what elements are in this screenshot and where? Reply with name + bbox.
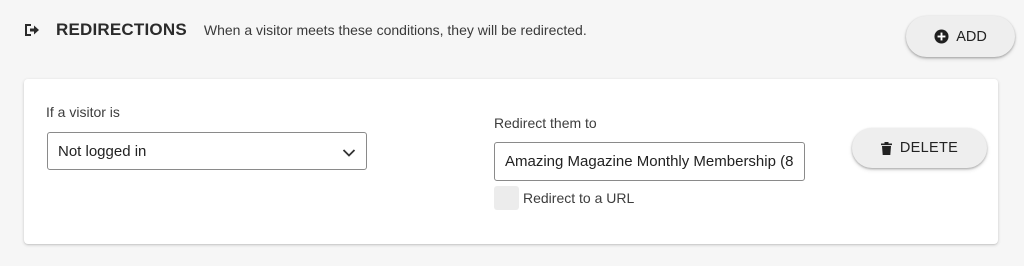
plus-circle-icon	[934, 29, 949, 44]
trash-icon	[880, 141, 892, 155]
add-button[interactable]: ADD	[906, 16, 1015, 57]
condition-select[interactable]: Not logged in	[47, 132, 367, 170]
redirect-to-url-label: Redirect to a URL	[523, 190, 635, 206]
section-description: When a visitor meets these conditions, t…	[203, 22, 587, 38]
add-button-label: ADD	[956, 28, 987, 45]
redirect-to-url-checkbox[interactable]	[494, 186, 519, 210]
sign-out-icon	[24, 21, 42, 39]
chevron-down-icon	[342, 145, 356, 162]
redirect-target-value: Amazing Magazine Monthly Membership (8	[505, 153, 794, 170]
section-title: REDIRECTIONS	[56, 20, 187, 39]
condition-label: If a visitor is	[46, 104, 120, 120]
redirection-rule-card: If a visitor is Not logged in Redirect t…	[24, 79, 998, 244]
redirect-target-input[interactable]: Amazing Magazine Monthly Membership (8	[494, 142, 805, 181]
section-header: REDIRECTIONS When a visitor meets these …	[24, 18, 587, 42]
delete-button-label: DELETE	[899, 140, 959, 156]
condition-select-value: Not logged in	[58, 142, 147, 160]
redirect-label: Redirect them to	[494, 115, 597, 131]
delete-button[interactable]: DELETE	[852, 128, 987, 168]
